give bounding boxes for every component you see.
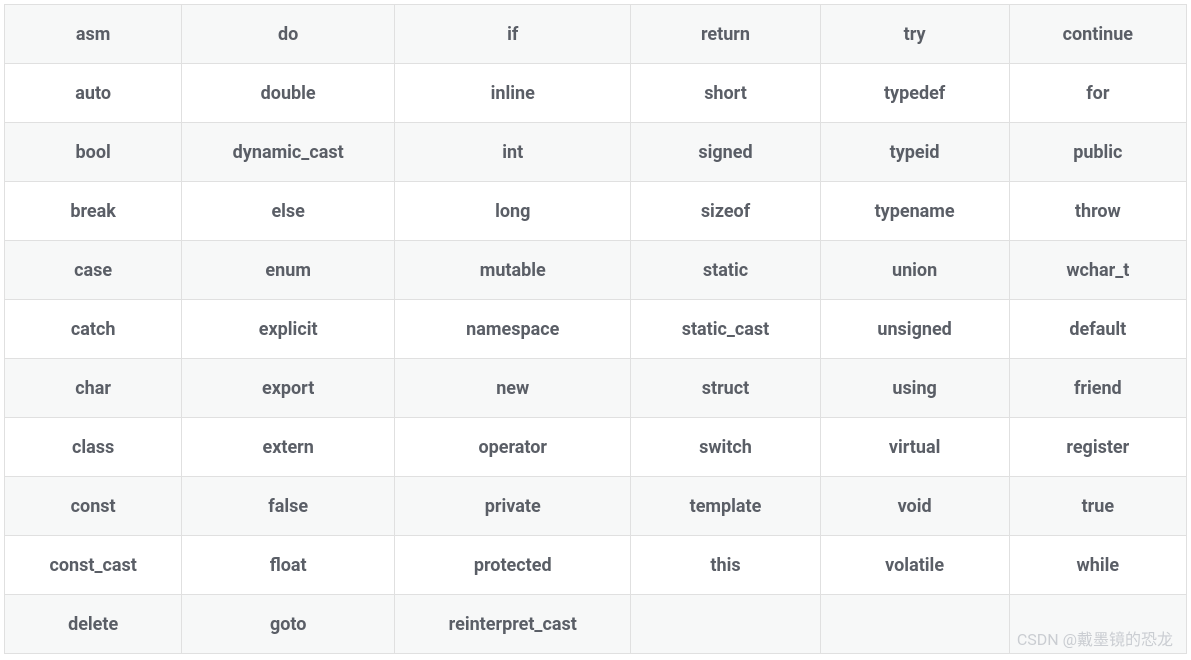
- table-cell: try: [820, 5, 1009, 64]
- table-cell: typename: [820, 182, 1009, 241]
- table-cell: using: [820, 359, 1009, 418]
- table-cell: namespace: [395, 300, 631, 359]
- table-cell: wchar_t: [1009, 241, 1186, 300]
- table-cell: new: [395, 359, 631, 418]
- table-cell: void: [820, 477, 1009, 536]
- table-cell: static: [631, 241, 820, 300]
- table-cell: goto: [182, 595, 395, 654]
- table-row: auto double inline short typedef for: [5, 64, 1187, 123]
- table-cell: [1009, 595, 1186, 654]
- table-cell: case: [5, 241, 182, 300]
- table-cell: protected: [395, 536, 631, 595]
- table-cell: signed: [631, 123, 820, 182]
- table-cell: this: [631, 536, 820, 595]
- table-cell: extern: [182, 418, 395, 477]
- keywords-table: asm do if return try continue auto doubl…: [4, 4, 1187, 654]
- table-cell: default: [1009, 300, 1186, 359]
- table-cell: volatile: [820, 536, 1009, 595]
- table-cell: const: [5, 477, 182, 536]
- table-row: catch explicit namespace static_cast uns…: [5, 300, 1187, 359]
- table-cell: typeid: [820, 123, 1009, 182]
- table-cell: union: [820, 241, 1009, 300]
- table-row: const_cast float protected this volatile…: [5, 536, 1187, 595]
- table-cell: double: [182, 64, 395, 123]
- table-cell: dynamic_cast: [182, 123, 395, 182]
- table-cell: sizeof: [631, 182, 820, 241]
- table-cell: typedef: [820, 64, 1009, 123]
- table-cell: virtual: [820, 418, 1009, 477]
- table-row: asm do if return try continue: [5, 5, 1187, 64]
- table-cell: for: [1009, 64, 1186, 123]
- table-cell: while: [1009, 536, 1186, 595]
- table-row: bool dynamic_cast int signed typeid publ…: [5, 123, 1187, 182]
- table-cell: asm: [5, 5, 182, 64]
- table-cell: register: [1009, 418, 1186, 477]
- table-cell: template: [631, 477, 820, 536]
- table-cell: long: [395, 182, 631, 241]
- table-cell: reinterpret_cast: [395, 595, 631, 654]
- table-cell: const_cast: [5, 536, 182, 595]
- table-cell: [820, 595, 1009, 654]
- table-cell: static_cast: [631, 300, 820, 359]
- table-cell: explicit: [182, 300, 395, 359]
- table-cell: enum: [182, 241, 395, 300]
- table-row: case enum mutable static union wchar_t: [5, 241, 1187, 300]
- table-cell: char: [5, 359, 182, 418]
- table-cell: else: [182, 182, 395, 241]
- table-cell: public: [1009, 123, 1186, 182]
- table-row: char export new struct using friend: [5, 359, 1187, 418]
- table-cell: true: [1009, 477, 1186, 536]
- table-cell: export: [182, 359, 395, 418]
- table-cell: do: [182, 5, 395, 64]
- table-cell: int: [395, 123, 631, 182]
- table-cell: continue: [1009, 5, 1186, 64]
- table-cell: bool: [5, 123, 182, 182]
- table-cell: if: [395, 5, 631, 64]
- table-cell: float: [182, 536, 395, 595]
- table-cell: private: [395, 477, 631, 536]
- table-cell: switch: [631, 418, 820, 477]
- table-cell: friend: [1009, 359, 1186, 418]
- table-cell: throw: [1009, 182, 1186, 241]
- table-cell: unsigned: [820, 300, 1009, 359]
- table-body: asm do if return try continue auto doubl…: [5, 5, 1187, 654]
- table-cell: delete: [5, 595, 182, 654]
- table-row: break else long sizeof typename throw: [5, 182, 1187, 241]
- table-cell: mutable: [395, 241, 631, 300]
- table-row: class extern operator switch virtual reg…: [5, 418, 1187, 477]
- table-cell: auto: [5, 64, 182, 123]
- table-cell: inline: [395, 64, 631, 123]
- table-cell: return: [631, 5, 820, 64]
- table-cell: [631, 595, 820, 654]
- table-cell: struct: [631, 359, 820, 418]
- table-cell: class: [5, 418, 182, 477]
- table-row: delete goto reinterpret_cast: [5, 595, 1187, 654]
- table-cell: break: [5, 182, 182, 241]
- table-row: const false private template void true: [5, 477, 1187, 536]
- table-cell: operator: [395, 418, 631, 477]
- table-cell: catch: [5, 300, 182, 359]
- table-cell: false: [182, 477, 395, 536]
- table-cell: short: [631, 64, 820, 123]
